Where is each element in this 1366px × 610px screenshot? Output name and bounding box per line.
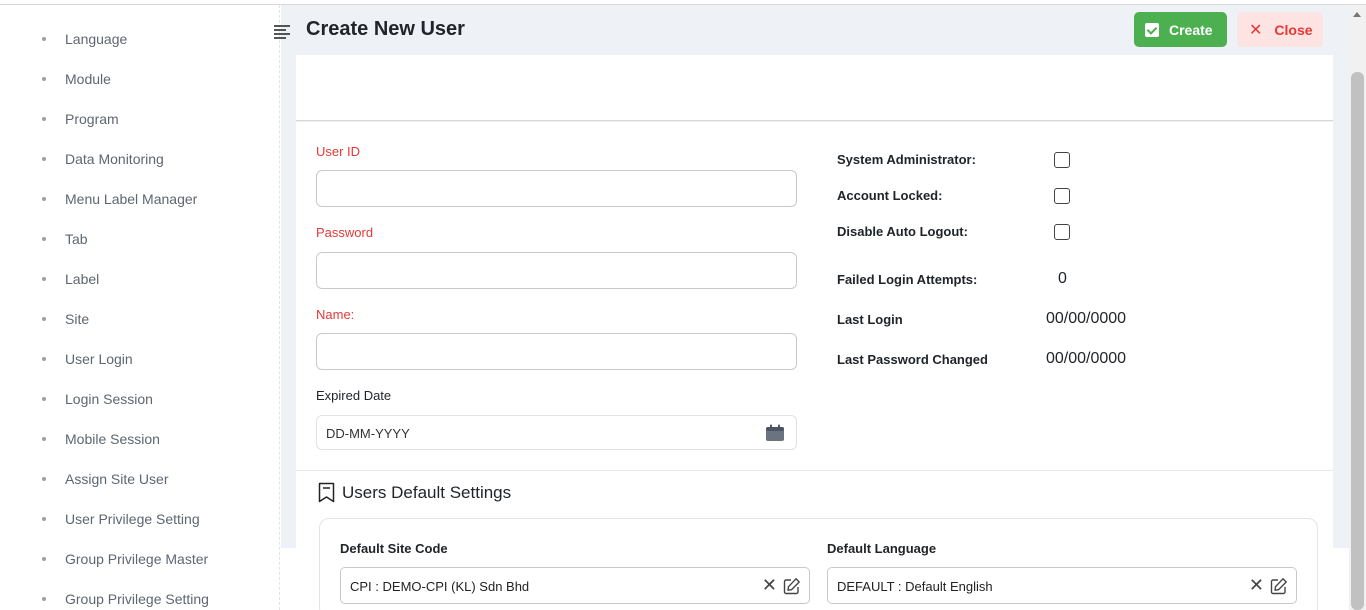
scroll-up-icon[interactable] — [1353, 12, 1361, 17]
sidebar-item-label: Data Monitoring — [65, 151, 164, 167]
bullet-icon — [42, 557, 46, 561]
bullet-icon — [42, 197, 46, 201]
default-site-code-field[interactable]: CPI : DEMO-CPI (KL) Sdn Bhd ✕ — [340, 567, 810, 604]
calendar-icon[interactable] — [765, 424, 785, 442]
close-button-label: Close — [1274, 21, 1313, 38]
sidebar-item-label: Group Privilege Setting — [65, 591, 209, 607]
bullet-icon — [42, 477, 46, 481]
default-language-value: DEFAULT : Default English — [837, 579, 993, 594]
disable-auto-logout-label: Disable Auto Logout: — [837, 224, 968, 239]
last-password-label: Last Password Changed — [837, 352, 988, 367]
bullet-icon — [42, 597, 46, 601]
sidebar-item-label: Language — [65, 31, 128, 47]
sidebar-item-label: Tab — [65, 231, 88, 247]
user-id-label: User ID — [316, 144, 361, 159]
bullet-icon — [42, 37, 46, 41]
section-divider — [296, 470, 1333, 471]
check-square-icon — [1145, 22, 1159, 37]
clear-icon[interactable]: ✕ — [762, 575, 777, 596]
password-label: Password — [316, 225, 374, 240]
header-card — [296, 55, 1333, 121]
clear-icon[interactable]: ✕ — [1249, 575, 1264, 596]
sidebar-item-label: Menu Label Manager — [65, 191, 198, 207]
bookmark-icon — [318, 482, 335, 503]
sidebar-item-label: User Login — [65, 351, 133, 367]
name-input[interactable] — [316, 333, 797, 370]
bullet-icon — [42, 317, 46, 321]
sidebar-item-label: Mobile Session — [65, 431, 160, 447]
sidebar-item-label: Login Session — [65, 391, 153, 407]
last-login-label: Last Login — [837, 312, 903, 327]
user-id-input[interactable] — [316, 170, 797, 207]
sidebar: Language Module Program Data Monitoring … — [0, 5, 280, 610]
close-icon: ✕ — [1249, 21, 1263, 39]
menu-toggle-icon[interactable] — [274, 25, 290, 39]
bullet-icon — [42, 117, 46, 121]
account-locked-label: Account Locked: — [837, 188, 943, 203]
default-site-code-label: Default Site Code — [340, 541, 448, 556]
bullet-icon — [42, 357, 46, 361]
default-language-field[interactable]: DEFAULT : Default English ✕ — [827, 567, 1297, 604]
edit-icon[interactable] — [783, 577, 801, 595]
bullet-icon — [42, 437, 46, 441]
expired-date-label: Expired Date — [316, 388, 392, 403]
sidebar-item-label: Group Privilege Master — [65, 551, 209, 567]
sidebar-item-label: Module — [65, 71, 111, 87]
default-language-label: Default Language — [827, 541, 937, 556]
section-title: Users Default Settings — [342, 483, 512, 502]
name-label: Name: — [316, 307, 355, 322]
create-button-label: Create — [1169, 21, 1213, 38]
sidebar-item-label: Label — [65, 271, 100, 287]
last-login-value: 00/00/0000 — [1046, 310, 1127, 327]
bullet-icon — [42, 277, 46, 281]
page-title: Create New User — [306, 18, 465, 40]
system-admin-checkbox[interactable] — [1054, 152, 1070, 168]
account-locked-checkbox[interactable] — [1054, 188, 1070, 204]
sidebar-item-label: Program — [65, 111, 119, 127]
expired-date-input[interactable]: DD-MM-YYYY — [316, 415, 797, 450]
default-site-code-value: CPI : DEMO-CPI (KL) Sdn Bhd — [350, 579, 530, 594]
sidebar-item-label: Assign Site User — [65, 471, 169, 487]
scrollbar-thumb[interactable] — [1351, 72, 1364, 610]
bullet-icon — [42, 157, 46, 161]
bullet-icon — [42, 77, 46, 81]
disable-auto-logout-checkbox[interactable] — [1054, 224, 1070, 240]
failed-login-value: 0 — [1058, 270, 1067, 287]
create-button[interactable]: Create — [1134, 12, 1227, 47]
last-password-value: 00/00/0000 — [1046, 350, 1127, 367]
sidebar-item-label: User Privilege Setting — [65, 511, 200, 527]
system-admin-label: System Administrator: — [837, 152, 976, 167]
close-button[interactable]: ✕ Close — [1237, 12, 1323, 47]
password-input[interactable] — [316, 252, 797, 289]
expired-date-placeholder: DD-MM-YYYY — [326, 426, 410, 441]
edit-icon[interactable] — [1270, 577, 1288, 595]
bullet-icon — [42, 237, 46, 241]
bullet-icon — [42, 397, 46, 401]
sidebar-item-label: Site — [65, 311, 90, 327]
failed-login-label: Failed Login Attempts: — [837, 272, 978, 287]
bullet-icon — [42, 517, 46, 521]
